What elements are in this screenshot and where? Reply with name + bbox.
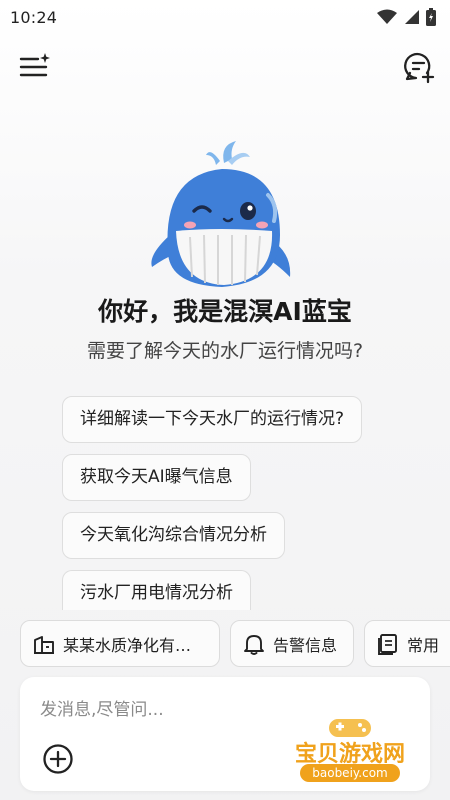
quick-action-label: 常用: [407, 635, 440, 655]
quick-actions-row: 某某水质净化有… 告警信息 常用: [20, 620, 450, 667]
bell-icon: [244, 634, 264, 655]
new-chat-button[interactable]: [402, 50, 436, 84]
quick-action-label: 某某水质净化有…: [63, 635, 192, 655]
status-time: 10:24: [10, 7, 58, 27]
wifi-icon: [377, 9, 397, 24]
top-bar: [0, 44, 450, 90]
whale-mascot-icon: [151, 141, 291, 287]
menu-sparkle-icon: [19, 53, 50, 77]
status-icons: [376, 8, 436, 26]
suggestion-chip[interactable]: 今天氧化沟综合情况分析: [62, 512, 285, 559]
suggestion-chip[interactable]: 污水厂用电情况分析: [62, 570, 251, 610]
quick-action-common[interactable]: 常用: [364, 620, 450, 667]
watermark-url: baobeiy.com: [300, 764, 400, 782]
building-icon: [34, 635, 54, 654]
battery-icon: [426, 8, 436, 26]
status-bar: 10:24: [0, 0, 450, 34]
greeting-subtitle: 需要了解今天的水厂运行情况吗?: [86, 340, 364, 362]
quick-action-alerts[interactable]: 告警信息: [230, 620, 354, 667]
suggestion-chip[interactable]: 详细解读一下今天水厂的运行情况?: [62, 396, 363, 443]
quick-action-label: 告警信息: [273, 635, 338, 655]
suggestion-chip[interactable]: 获取今天AI曝气信息: [62, 454, 251, 501]
watermark: 宝贝游戏网 baobeiy.com: [275, 712, 425, 782]
plus-circle-icon: [43, 744, 73, 774]
document-list-icon: [378, 633, 397, 655]
new-chat-icon: [404, 52, 435, 84]
attach-button[interactable]: [42, 743, 74, 775]
quick-action-plant[interactable]: 某某水质净化有…: [20, 620, 220, 667]
greeting-title: 你好，我是混溟AI蓝宝: [98, 297, 352, 326]
cell-signal-icon: [405, 10, 419, 24]
menu-button[interactable]: [18, 50, 52, 84]
whale-mascot: [140, 135, 300, 295]
